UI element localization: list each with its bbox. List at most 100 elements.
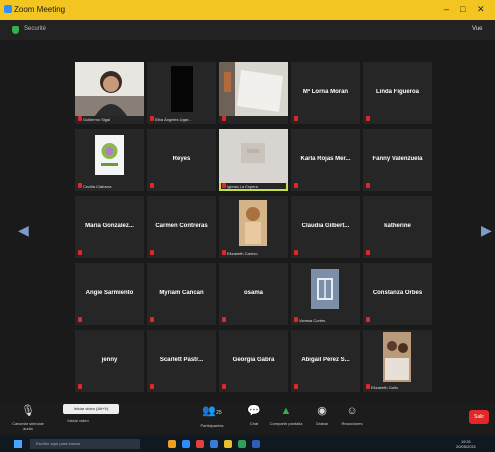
file-explorer-icon[interactable] [168, 440, 176, 448]
participant-tile[interactable]: Georgia Gabra [219, 330, 288, 392]
zoom-taskbar-icon[interactable] [182, 440, 190, 448]
participant-name: osama [243, 290, 263, 296]
participant-tile[interactable]: Guillermo Sigal [75, 62, 144, 124]
participant-tile[interactable]: Carmen Contreras [147, 196, 216, 258]
participant-video [219, 196, 288, 250]
participant-tile[interactable]: jenny [75, 330, 144, 392]
muted-mic-icon [366, 317, 370, 322]
muted-mic-icon [78, 250, 82, 255]
participant-name: Maria Gonzalez... [85, 223, 134, 229]
share-screen-button[interactable]: ▲ Compartir pantalla [266, 404, 306, 432]
muted-mic-icon [294, 116, 298, 121]
participants-button[interactable]: 👥25 Participantes [192, 404, 232, 432]
record-label: Grabar [315, 421, 329, 426]
participant-label: Elizabeth Gallo [371, 385, 398, 390]
folder-icon[interactable] [224, 440, 232, 448]
participant-tile[interactable]: Reyes [147, 129, 216, 191]
muted-mic-icon [78, 384, 82, 389]
taskbar-search-box[interactable]: Escribe aquí para buscar [30, 439, 140, 449]
participant-tile[interactable]: Fanny Valenzuela [363, 129, 432, 191]
muted-mic-icon [366, 183, 370, 188]
muted-mic-icon [150, 116, 154, 121]
participants-count: 25 [216, 410, 222, 416]
participant-tile[interactable]: Karla Rojas Mer... [291, 129, 360, 191]
word-icon[interactable] [252, 440, 260, 448]
leave-meeting-button[interactable]: Salir [469, 410, 489, 424]
window-title: Zoom Meeting [14, 5, 66, 14]
start-video-label: Iniciar video [67, 418, 89, 423]
participant-video [75, 129, 144, 183]
video-tooltip: Iniciar video (Alt+V) [63, 404, 119, 414]
participant-name: Karla Rojas Mer... [300, 156, 351, 162]
participant-tile[interactable]: Elba Ángeles Ugar... [147, 62, 216, 124]
participant-video [291, 263, 360, 317]
participant-name: Fanny Valenzuela [372, 156, 423, 162]
participant-video [147, 62, 216, 116]
title-bar: Zoom Meeting – □ ✕ [0, 0, 495, 20]
participant-name: Angie Sarmiento [85, 290, 134, 296]
participant-label: Iglesia La Espera [227, 184, 258, 189]
windows-start-icon[interactable] [14, 440, 22, 448]
participant-label: Guillermo Sigal [83, 117, 111, 122]
participant-name: Scarlett Pastr... [159, 357, 204, 363]
participant-tile[interactable]: Iglesia La Espera [219, 129, 288, 191]
participant-video [219, 62, 288, 116]
participant-tile[interactable]: Maria Gonzalez... [75, 196, 144, 258]
muted-mic-icon [366, 116, 370, 121]
start-video-button[interactable]: Iniciar video [58, 418, 98, 432]
participant-tile[interactable]: Vanesa Cortes [291, 263, 360, 325]
participant-name: jenny [101, 357, 118, 363]
participant-tile[interactable]: Abigail Pérez S... [291, 330, 360, 392]
shield-icon[interactable] [12, 26, 19, 34]
participant-tile[interactable]: Myriam Cancan [147, 263, 216, 325]
participant-tile[interactable]: Scarlett Pastr... [147, 330, 216, 392]
previous-page-icon[interactable]: ◀ [18, 222, 29, 239]
chrome-icon[interactable] [196, 440, 204, 448]
participant-tile[interactable]: osama [219, 263, 288, 325]
participant-tile[interactable]: Angie Sarmiento [75, 263, 144, 325]
muted-mic-icon [150, 384, 154, 389]
participant-video [219, 129, 288, 183]
muted-mic-icon [78, 317, 82, 322]
participant-label: Elba Ángeles Ugar... [155, 117, 192, 122]
minimize-icon[interactable]: – [444, 4, 449, 14]
participant-name: Reyes [172, 156, 191, 162]
close-icon[interactable]: ✕ [477, 4, 485, 15]
participant-tile[interactable]: Elizabeth Gallo [363, 330, 432, 392]
muted-mic-icon [366, 384, 370, 389]
participant-tile[interactable]: Cecilia Ciabarra [75, 129, 144, 191]
zoom-logo-icon [4, 5, 12, 13]
maximize-icon[interactable]: □ [460, 4, 465, 14]
muted-mic-icon [78, 116, 82, 121]
reactions-icon: ☺ [346, 405, 358, 417]
mute-label: Cancelar silenciar audio [12, 421, 44, 431]
participant-grid: Guillermo Sigal Elba Ángeles Ugar... Mª Lo… [75, 62, 432, 392]
security-label: Securité [24, 26, 47, 32]
muted-mic-icon [150, 317, 154, 322]
next-page-icon[interactable]: ▶ [481, 222, 492, 239]
muted-mic-icon [222, 116, 226, 121]
view-button[interactable]: Vue [472, 26, 482, 32]
participant-name: katherine [384, 223, 411, 229]
mail-icon[interactable] [210, 440, 218, 448]
participant-name: Claudia Gilbert... [301, 223, 350, 229]
participant-tile[interactable]: katherine [363, 196, 432, 258]
muted-mic-icon [294, 317, 298, 322]
participant-tile[interactable]: Constanza Orbes [363, 263, 432, 325]
participant-tile[interactable]: Linda Figueroa [363, 62, 432, 124]
participant-tile[interactable]: Claudia Gilbert... [291, 196, 360, 258]
taskbar-clock: 19:31 20/05/2021 [456, 439, 476, 449]
muted-mic-icon [222, 384, 226, 389]
muted-mic-icon [294, 384, 298, 389]
participant-name: Abigail Pérez S... [301, 357, 350, 363]
participant-name: Linda Figueroa [375, 89, 419, 95]
muted-mic-icon [222, 317, 226, 322]
reactions-button[interactable]: ☺ Reacciones [332, 404, 372, 432]
mute-button[interactable]: 🎙 Cancelar silenciar audio [8, 404, 48, 432]
excel-icon[interactable] [238, 440, 246, 448]
participant-tile[interactable] [219, 62, 288, 124]
muted-mic-icon [78, 183, 82, 188]
participant-tile[interactable]: Mª Lorna Moran [291, 62, 360, 124]
participant-tile[interactable]: Elizabeth Carrizo [219, 196, 288, 258]
participant-label: Elizabeth Carrizo [227, 251, 258, 256]
